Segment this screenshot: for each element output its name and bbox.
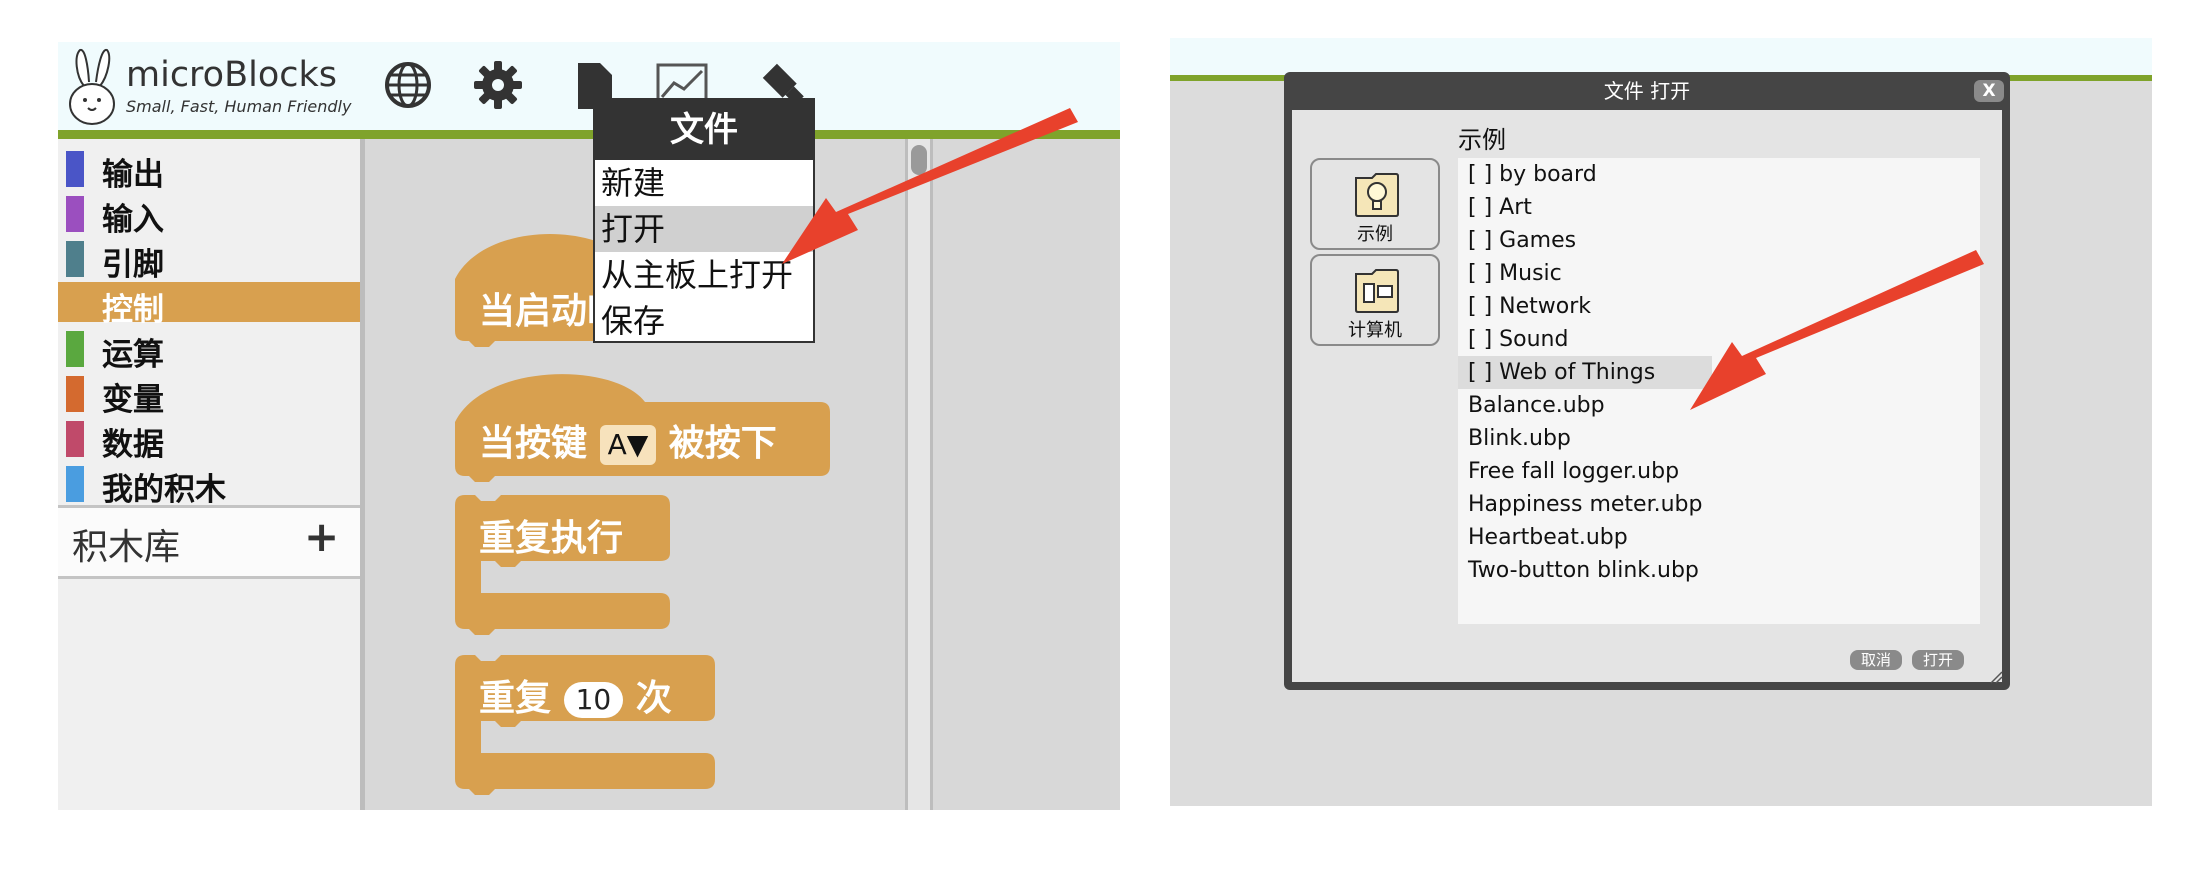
category-label: 控制 [102, 292, 164, 328]
block-repeat-label: 重复 10 次 [479, 669, 672, 721]
gear-icon[interactable] [470, 57, 526, 113]
list-item[interactable]: [ ] Music [1458, 257, 1562, 290]
add-library-button[interactable]: + [304, 512, 339, 561]
category-label: 运算 [102, 337, 164, 373]
open-file-dialog-panel: 文件 打开 X 示例 示例 计算机 [] by board [] Art [… [1170, 38, 2152, 806]
open-button[interactable]: 打开 [1912, 650, 1964, 670]
top-toolbar [1170, 38, 2152, 75]
category-my-blocks[interactable]: 我的积木 [58, 462, 360, 508]
category-label: 数据 [102, 427, 164, 463]
repeat-suffix: 次 [635, 678, 672, 719]
when-key-prefix: 当按键 [479, 423, 588, 464]
category-swatch [66, 331, 84, 367]
divider [58, 576, 360, 579]
category-variables[interactable]: 变量 [58, 372, 360, 418]
repeat-prefix: 重复 [479, 678, 552, 719]
category-data[interactable]: 数据 [58, 417, 360, 463]
category-output[interactable]: 输出 [58, 147, 360, 193]
category-swatch [66, 241, 84, 277]
globe-icon[interactable] [380, 57, 436, 113]
category-swatch [66, 421, 84, 457]
category-control[interactable]: 控制 [58, 282, 360, 328]
brand-tagline: Small, Fast, Human Friendly [126, 97, 352, 116]
brand-name: microBlocks [126, 55, 337, 95]
list-item[interactable]: Free fall logger.ubp [1458, 455, 1679, 488]
dialog-title: 文件 打开 [1603, 79, 1691, 103]
pointer-arrow-icon [782, 108, 1078, 264]
pointer-arrow-icon [1690, 250, 1984, 410]
cancel-button[interactable]: 取消 [1850, 650, 1902, 670]
source-computer-button[interactable]: 计算机 [1310, 254, 1440, 346]
category-swatch [66, 196, 84, 232]
list-item[interactable]: Blink.ubp [1458, 422, 1571, 455]
category-label: 引脚 [102, 247, 164, 283]
resize-handle-icon[interactable] [1989, 670, 2003, 684]
computer-folder-icon [1355, 269, 1399, 313]
category-input[interactable]: 输入 [58, 192, 360, 238]
block-forever-label: 重复执行 [479, 518, 624, 559]
category-pins[interactable]: 引脚 [58, 237, 360, 283]
repeat-count-input[interactable]: 10 [563, 682, 624, 718]
close-button[interactable]: X [1974, 80, 2004, 102]
category-swatch [66, 376, 84, 412]
list-item[interactable]: [ ] Games [1458, 224, 1576, 257]
list-item[interactable]: [ ] by board [1458, 158, 1597, 191]
bunny-logo-icon [69, 48, 115, 125]
category-swatch [66, 151, 84, 187]
menu-item-save[interactable]: 保存 [595, 298, 813, 344]
list-item[interactable]: [ ] Art [1458, 191, 1532, 224]
list-item[interactable]: Happiness meter.ubp [1458, 488, 1702, 521]
category-label: 变量 [102, 382, 164, 418]
source-label: 计算机 [1348, 320, 1402, 341]
examples-icon [1355, 173, 1399, 217]
current-source-label: 示例 [1458, 126, 1506, 154]
microblocks-file-menu-panel: microBlocks Small, Fast, Human Friendly [58, 42, 1120, 810]
category-label: 我的积木 [102, 472, 226, 508]
category-palette: 输出 输入 引脚 控制 运算 变量 数据 我的积木 积木库 + [58, 139, 360, 810]
list-item[interactable]: [ ] Network [1458, 290, 1591, 323]
source-label: 示例 [1357, 224, 1393, 245]
list-item[interactable]: Two-button blink.ubp [1458, 554, 1699, 587]
library-label: 积木库 [72, 527, 181, 568]
when-key-suffix: 被按下 [668, 423, 777, 464]
list-item[interactable]: Heartbeat.ubp [1458, 521, 1628, 554]
list-item[interactable]: [ ] Sound [1458, 323, 1568, 356]
category-swatch [66, 466, 84, 502]
category-label: 输入 [102, 202, 164, 238]
block-when-key-label: 当按键 A▼ 被按下 [479, 414, 777, 466]
key-dropdown[interactable]: A▼ [599, 425, 657, 465]
list-item[interactable]: Balance.ubp [1458, 389, 1605, 422]
library-row: 积木库 + [58, 508, 360, 576]
category-operators[interactable]: 运算 [58, 327, 360, 373]
source-examples-button[interactable]: 示例 [1310, 158, 1440, 250]
category-label: 输出 [102, 157, 164, 193]
